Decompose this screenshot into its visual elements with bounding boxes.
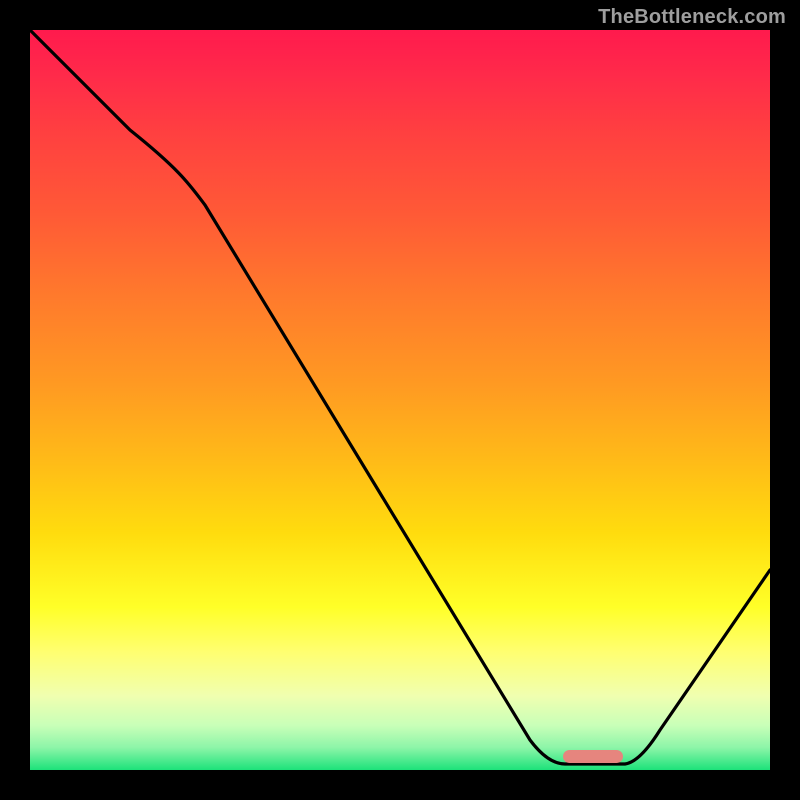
flat-minimum-marker	[563, 750, 623, 763]
curve-path	[30, 30, 770, 764]
plot-area	[30, 30, 770, 770]
bottleneck-curve	[30, 30, 770, 770]
watermark-text: TheBottleneck.com	[598, 6, 786, 29]
chart-stage: TheBottleneck.com	[0, 0, 800, 800]
